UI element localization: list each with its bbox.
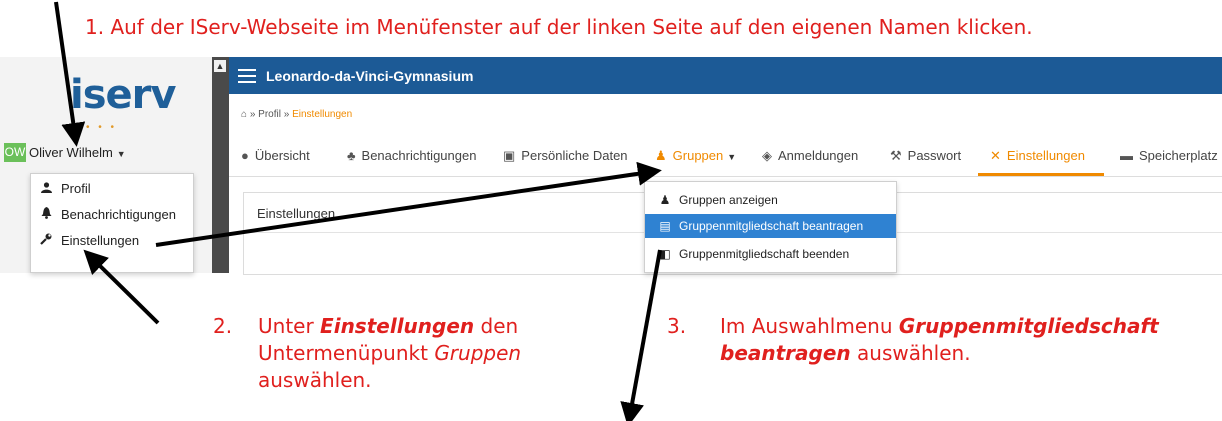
arrow-step-3 <box>620 249 662 421</box>
annotation-arrows <box>54 1 662 421</box>
arrow-einstellungen-to-gruppen <box>155 161 662 247</box>
arrow-step-1 <box>54 1 86 147</box>
arrow-step-2 <box>83 249 160 325</box>
